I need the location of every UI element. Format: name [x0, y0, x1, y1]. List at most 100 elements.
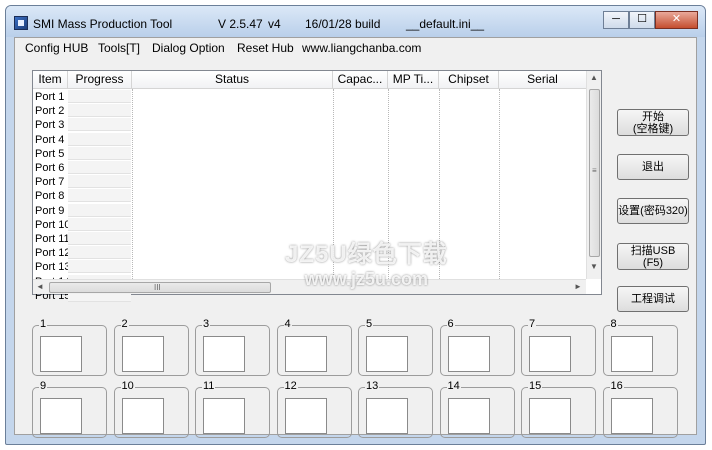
minimize-button[interactable]: ─	[603, 11, 629, 29]
port-slot: 6	[439, 318, 515, 376]
build-label: 16/01/28 build	[305, 17, 381, 31]
grip-icon: III	[154, 283, 161, 292]
scroll-right-icon[interactable]: ►	[571, 282, 585, 291]
port-slot-indicator[interactable]	[284, 398, 327, 434]
port-slot-indicator[interactable]	[121, 398, 164, 434]
progress-cell	[68, 189, 131, 203]
progress-cell	[68, 104, 131, 118]
start-button-label: 开始	[642, 111, 664, 123]
column-header-progress[interactable]: Progress	[68, 71, 132, 89]
progress-cell	[68, 118, 131, 132]
scan-usb-label: 扫描USB	[630, 245, 676, 257]
port-slot: 7	[521, 318, 596, 376]
watermark-url: www.jz5u.com	[304, 269, 429, 289]
maximize-button[interactable]: ☐	[629, 11, 655, 29]
table-row[interactable]: Port 5	[35, 147, 64, 161]
port-slot-indicator[interactable]	[610, 398, 653, 434]
column-divider	[499, 89, 500, 279]
title-bar[interactable]: SMI Mass Production Tool V 2.5.47 v4 16/…	[6, 6, 705, 37]
port-slot: 3	[195, 318, 270, 376]
table-row[interactable]: Port 11	[35, 232, 70, 246]
exit-button-label: 退出	[642, 161, 664, 173]
maximize-icon: ☐	[637, 13, 647, 25]
port-slot-indicator[interactable]	[447, 336, 490, 372]
column-header-item[interactable]: Item	[33, 71, 68, 89]
port-slot-number: 11	[202, 380, 216, 393]
port-slot: 5	[358, 318, 433, 376]
scan-usb-button[interactable]: 扫描USB (F5)	[617, 243, 689, 270]
table-row[interactable]: Port 8	[35, 189, 64, 203]
port-slot-indicator[interactable]	[447, 398, 490, 434]
port-slot-indicator[interactable]	[203, 398, 245, 434]
table-row[interactable]: Port 7	[35, 175, 64, 189]
table-row[interactable]: Port 1	[35, 90, 64, 104]
port-slot-indicator[interactable]	[121, 336, 164, 372]
table-row[interactable]: Port 10	[35, 218, 70, 232]
scroll-down-icon[interactable]: ▼	[587, 262, 601, 271]
port-slot-indicator[interactable]	[40, 398, 82, 434]
table-row[interactable]: Port 2	[35, 104, 64, 118]
progress-cell	[68, 246, 131, 260]
scroll-left-icon[interactable]: ◄	[33, 282, 47, 291]
column-header-capacity[interactable]: Capac...	[333, 71, 388, 89]
settings-button-label: 设置(密码320)	[618, 205, 688, 217]
column-header-serial[interactable]: Serial	[499, 71, 587, 89]
menu-bar: Config HUB Tools[T] Dialog Option Reset …	[15, 38, 696, 58]
port-slot: 8	[602, 318, 678, 376]
port-slot: 10	[113, 380, 189, 438]
port-slot: 12	[276, 380, 352, 438]
port-slot-indicator[interactable]	[610, 336, 653, 372]
settings-button[interactable]: 设置(密码320)	[617, 198, 689, 224]
port-slot-indicator[interactable]	[529, 336, 571, 372]
port-slot: 2	[113, 318, 189, 376]
client-area: Config HUB Tools[T] Dialog Option Reset …	[14, 37, 697, 438]
port-slot-indicator[interactable]	[366, 398, 408, 434]
column-divider	[132, 89, 133, 279]
port-slot-number: 3	[202, 318, 211, 331]
variant-label: v4	[268, 17, 281, 31]
column-header-mp-time[interactable]: MP Ti...	[388, 71, 439, 89]
vertical-scroll-thumb[interactable]: ≡	[589, 89, 600, 257]
menu-reset-hub[interactable]: Reset Hub	[237, 41, 294, 55]
table-row[interactable]: Port 6	[35, 161, 64, 175]
close-button[interactable]: ✕	[655, 11, 698, 29]
vertical-scrollbar[interactable]: ▲ ≡ ▼	[586, 71, 601, 279]
table-row[interactable]: Port 9	[35, 204, 64, 218]
progress-cell	[68, 175, 131, 189]
column-header-status[interactable]: Status	[132, 71, 333, 89]
table-row[interactable]: Port 12	[35, 246, 70, 260]
scroll-up-icon[interactable]: ▲	[587, 73, 601, 82]
engineering-debug-button[interactable]: 工程调试	[617, 286, 689, 312]
table-row[interactable]: Port 4	[35, 133, 64, 147]
menu-config-hub[interactable]: Config HUB	[25, 41, 88, 55]
port-slot-indicator[interactable]	[284, 336, 327, 372]
column-header-chipset[interactable]: Chipset	[439, 71, 499, 89]
menu-website[interactable]: www.liangchanba.com	[302, 41, 421, 55]
progress-cell	[68, 260, 131, 274]
menu-tools[interactable]: Tools[T]	[98, 41, 140, 55]
start-button[interactable]: 开始 (空格键)	[617, 109, 689, 136]
port-slot-number: 10	[120, 380, 135, 393]
port-slot: 4	[276, 318, 352, 376]
port-slot-indicator[interactable]	[366, 336, 408, 372]
table-row[interactable]: Port 3	[35, 118, 64, 132]
port-slot-number: 4	[283, 318, 292, 331]
engineering-debug-label: 工程调试	[631, 293, 675, 305]
port-slot-number: 1	[39, 318, 48, 331]
menu-dialog-option[interactable]: Dialog Option	[152, 41, 225, 55]
horizontal-scroll-thumb[interactable]: III	[49, 282, 271, 293]
port-slot-indicator[interactable]	[203, 336, 245, 372]
port-slot-indicator[interactable]	[40, 336, 82, 372]
port-slot-number: 15	[528, 380, 543, 393]
progress-cell	[68, 132, 131, 146]
watermark: JZ5U绿色下载 www.jz5u.com	[285, 234, 448, 290]
port-slot: 9	[32, 380, 107, 438]
exit-button[interactable]: 退出	[617, 154, 689, 180]
table-row[interactable]: Port 13	[35, 260, 70, 274]
ini-label: __default.ini__	[406, 17, 485, 31]
grip-icon: ≡	[592, 166, 597, 175]
port-slot-indicator[interactable]	[529, 398, 571, 434]
watermark-title: JZ5U绿色下载	[285, 241, 448, 268]
port-slot: 1	[32, 318, 107, 376]
progress-cell	[68, 161, 131, 174]
